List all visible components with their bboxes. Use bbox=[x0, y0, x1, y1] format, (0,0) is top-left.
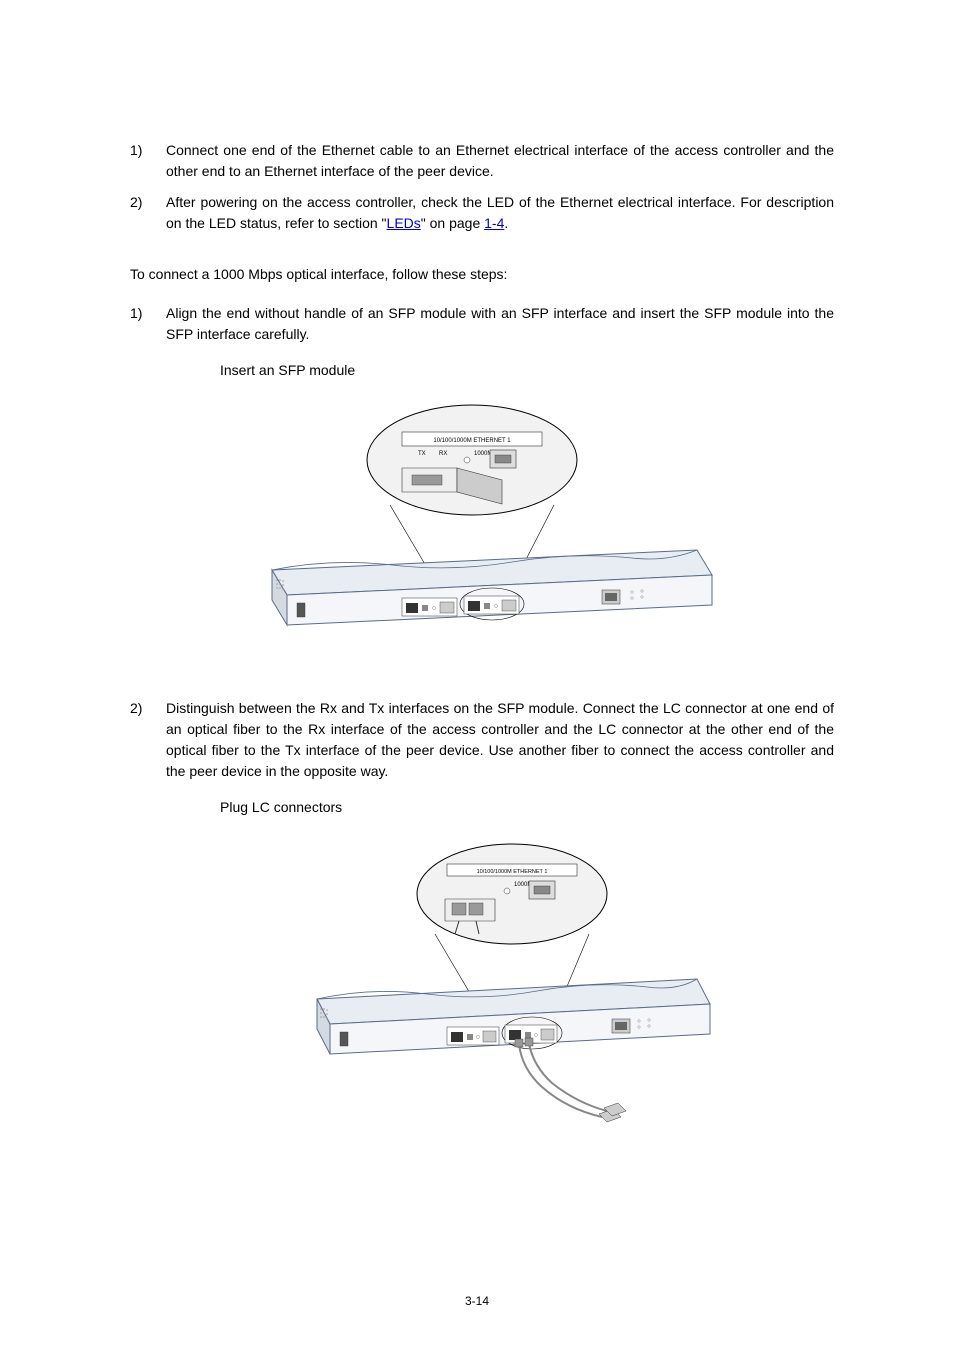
module-label: 10/100/1000M ETHERNET 1 bbox=[477, 869, 548, 875]
list-marker: 2) bbox=[130, 192, 166, 234]
list-item: 2) Distinguish between the Rx and Tx int… bbox=[130, 698, 834, 782]
sfp-insert-illustration: 10/100/1000M ETHERNET 1 TX RX 1000M bbox=[242, 400, 722, 650]
list-content: Connect one end of the Ethernet cable to… bbox=[166, 140, 834, 182]
page-1-4-link[interactable]: 1-4 bbox=[484, 215, 504, 231]
list-item: 1) Connect one end of the Ethernet cable… bbox=[130, 140, 834, 182]
list-marker: 1) bbox=[130, 303, 166, 345]
optical-steps-list-2: 2) Distinguish between the Rx and Tx int… bbox=[130, 698, 834, 782]
document-page: 1) Connect one end of the Ethernet cable… bbox=[0, 0, 954, 1350]
figure-2-caption: Plug LC connectors bbox=[220, 797, 834, 818]
list-item: 1) Align the end without handle of an SF… bbox=[130, 303, 834, 345]
figure-1-sfp-module: 10/100/1000M ETHERNET 1 TX RX 1000M bbox=[130, 391, 834, 658]
text-run: " on page bbox=[421, 215, 484, 231]
ethernet-steps-list: 1) Connect one end of the Ethernet cable… bbox=[130, 140, 834, 234]
figure-1-caption: Insert an SFP module bbox=[220, 360, 834, 381]
speed-label: 1000M bbox=[474, 451, 492, 457]
list-content: Distinguish between the Rx and Tx interf… bbox=[166, 698, 834, 782]
list-item: 2) After powering on the access controll… bbox=[130, 192, 834, 234]
rx-label: RX bbox=[439, 451, 447, 457]
list-marker: 2) bbox=[130, 698, 166, 782]
page-number: 3-14 bbox=[0, 1292, 954, 1310]
optical-intro-text: To connect a 1000 Mbps optical interface… bbox=[130, 264, 834, 285]
optical-steps-list-1: 1) Align the end without handle of an SF… bbox=[130, 303, 834, 345]
leds-link[interactable]: LEDs bbox=[387, 215, 421, 231]
list-content: After powering on the access controller,… bbox=[166, 192, 834, 234]
figure-2-lc-connectors: 10/100/1000M ETHERNET 1 1000M bbox=[180, 828, 834, 1150]
list-content: Align the end without handle of an SFP m… bbox=[166, 303, 834, 345]
tx-label: TX bbox=[418, 451, 426, 457]
list-marker: 1) bbox=[130, 140, 166, 182]
module-label: 10/100/1000M ETHERNET 1 bbox=[433, 438, 511, 444]
lc-connector-illustration: 10/100/1000M ETHERNET 1 1000M bbox=[297, 839, 717, 1139]
text-run: . bbox=[504, 215, 508, 231]
